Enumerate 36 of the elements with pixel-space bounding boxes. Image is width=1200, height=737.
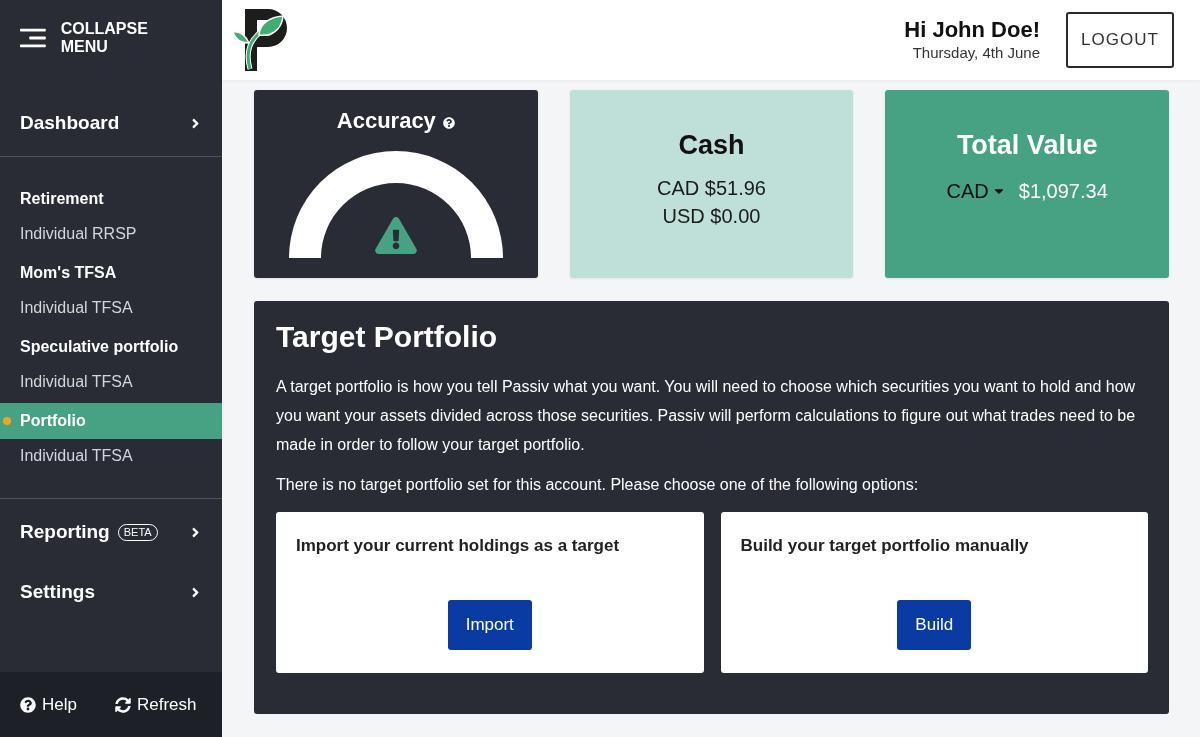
greeting: Hi John Doe! xyxy=(904,17,1040,43)
account-type-label: Individual TFSA xyxy=(20,299,133,317)
option-text: Import your current holdings as a target xyxy=(296,535,620,557)
account-group-item[interactable]: Speculative portfolio xyxy=(0,329,222,365)
sidebar-nav-item[interactable]: Reporting BETA xyxy=(0,502,222,562)
refresh-icon xyxy=(114,696,131,713)
account-group-item[interactable]: Retirement xyxy=(0,181,222,217)
card-title: Cash xyxy=(678,130,745,160)
action-button[interactable]: Import xyxy=(447,600,532,650)
panel-title: Target Portfolio xyxy=(276,319,499,355)
selected-dot-icon xyxy=(3,417,11,425)
panel-text: There is no target portfolio set for this account. Please choose one of the following options: xyxy=(276,475,920,495)
account-type-label: Individual TFSA xyxy=(20,447,133,465)
logo xyxy=(232,7,288,73)
collapse-menu-button[interactable]: COLLAPSE MENU xyxy=(20,20,160,56)
action-button[interactable]: Build xyxy=(897,600,972,650)
help-icon[interactable] xyxy=(442,117,455,129)
account-group-item[interactable]: Mom's TFSA xyxy=(0,255,222,291)
sidebar-nav-item[interactable]: Settings xyxy=(0,562,222,622)
warning-icon xyxy=(374,217,417,254)
total-amount: $1,097.34 xyxy=(1018,179,1108,203)
card-title: Total Value xyxy=(956,130,1098,160)
option-text: Build your target portfolio manually xyxy=(740,535,1029,557)
cash-balance: CAD $51.96 xyxy=(657,176,766,201)
refresh-button[interactable]: Refresh xyxy=(114,694,197,715)
help-icon xyxy=(20,696,36,713)
help-button[interactable]: Help xyxy=(20,694,77,715)
cash-balance: USD $0.00 xyxy=(662,204,761,229)
account-type-label: Individual TFSA xyxy=(20,373,133,391)
date-label: Thursday, 4th June xyxy=(912,43,1040,63)
sidebar-nav-item[interactable]: Dashboard xyxy=(0,90,222,156)
account-type-label: Individual RRSP xyxy=(20,225,137,243)
card-title: Accuracy xyxy=(336,107,436,135)
logout-button[interactable]: LOGOUT xyxy=(1066,12,1174,68)
currency-select[interactable]: CAD xyxy=(946,179,1005,203)
panel-text: A target portfolio is how you tell Passiv what you want. You will need to choose which securities you want to hold and how you want your assets divided across those securities. Passiv will perform calculations to figure out what trades need to be made in order to follow your target portfolio. xyxy=(276,377,1137,455)
